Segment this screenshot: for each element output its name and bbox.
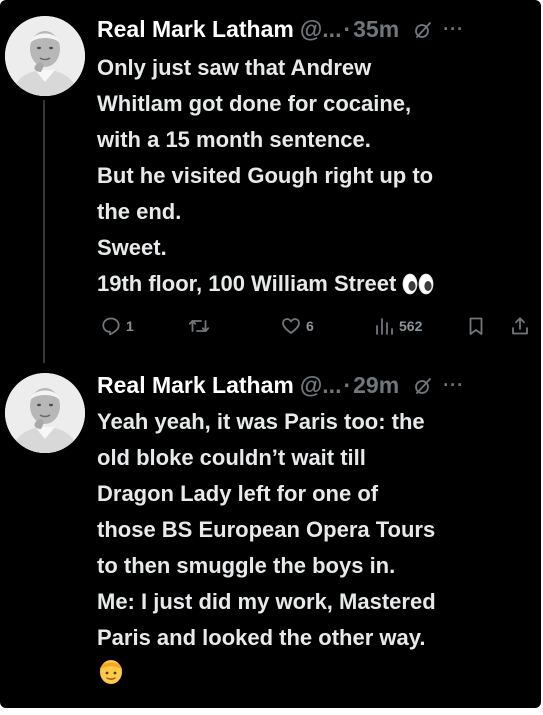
thread-panel: Real Mark Latham @... · 35m ··· Only jus… — [0, 0, 541, 708]
author-name[interactable]: Real Mark Latham — [97, 16, 294, 43]
like-count: 6 — [306, 318, 314, 334]
more-options-icon[interactable]: ··· — [443, 20, 464, 38]
views-button[interactable]: 562 — [374, 313, 422, 339]
tweet-text-line: to then smuggle the boys in. — [97, 553, 396, 578]
tweet-text-line: 19th floor, 100 William Street — [97, 271, 397, 296]
tweet-text-line: those BS European Opera Tours — [97, 517, 436, 542]
grok-icon[interactable] — [413, 19, 433, 39]
tweet-actions: 1 6 562 — [97, 313, 537, 339]
view-count: 562 — [399, 318, 423, 334]
analytics-icon — [376, 318, 393, 335]
bookmark-button[interactable] — [466, 313, 486, 339]
timestamp[interactable]: 35m — [353, 16, 399, 43]
more-options-icon[interactable]: ··· — [443, 376, 464, 394]
tweet-header: Real Mark Latham @... · 29m ··· — [97, 368, 535, 402]
avatar[interactable] — [5, 16, 85, 96]
tweet-text-line: the end. — [97, 199, 182, 224]
repost-icon — [188, 319, 210, 333]
page-background — [0, 708, 543, 715]
tweet-text-line: old bloke couldn’t wait till — [97, 445, 366, 470]
tweet-text-line: Whitlam got done for cocaine, — [97, 91, 412, 116]
timestamp[interactable]: 29m — [353, 372, 399, 399]
grok-icon[interactable] — [413, 375, 433, 395]
author-handle[interactable]: @... — [300, 16, 342, 43]
profile-photo — [5, 16, 85, 96]
separator-dot: · — [343, 371, 352, 398]
profile-photo — [5, 373, 85, 453]
author-name[interactable]: Real Mark Latham — [97, 372, 294, 399]
tweet-text: Only just saw that Andrew Whitlam got do… — [97, 50, 531, 306]
share-icon — [512, 317, 528, 335]
tweet-text-line-emoji — [97, 656, 531, 697]
tweet-text-line: Only just saw that Andrew — [97, 55, 372, 80]
tweet-text-line-with-emoji: 19th floor, 100 William Street — [97, 266, 531, 306]
man-blond-face-emoji-icon — [97, 656, 125, 697]
author-handle[interactable]: @... — [300, 372, 342, 399]
avatar[interactable] — [5, 373, 85, 453]
tweet-text-line: Dragon Lady left for one of — [97, 481, 379, 506]
separator-dot: · — [343, 15, 352, 42]
reply-icon — [102, 317, 120, 336]
share-button[interactable] — [510, 313, 530, 339]
tweet-text-line: But he visited Gough right up to — [97, 163, 434, 188]
reply-button[interactable]: 1 — [101, 313, 134, 339]
tweet-text-line: Me: I just did my work, Mastered — [97, 589, 436, 614]
tweet-text: Yeah yeah, it was Paris too: the old blo… — [97, 404, 531, 697]
tweet-text-line: Paris and looked the other way. — [97, 625, 426, 650]
thread-connector-line — [43, 100, 45, 363]
reply-count: 1 — [126, 318, 134, 334]
tweet-text-line: Sweet. — [97, 235, 167, 260]
repost-button[interactable] — [188, 313, 215, 339]
like-button[interactable]: 6 — [281, 313, 314, 339]
eyes-emoji-icon — [402, 270, 434, 306]
tweet-text-line: with a 15 month sentence. — [97, 127, 371, 152]
tweet-text-line: Yeah yeah, it was Paris too: the — [97, 409, 425, 434]
bookmark-icon — [469, 317, 483, 335]
heart-icon — [282, 318, 300, 334]
tweet-header: Real Mark Latham @... · 35m ··· — [97, 12, 535, 46]
